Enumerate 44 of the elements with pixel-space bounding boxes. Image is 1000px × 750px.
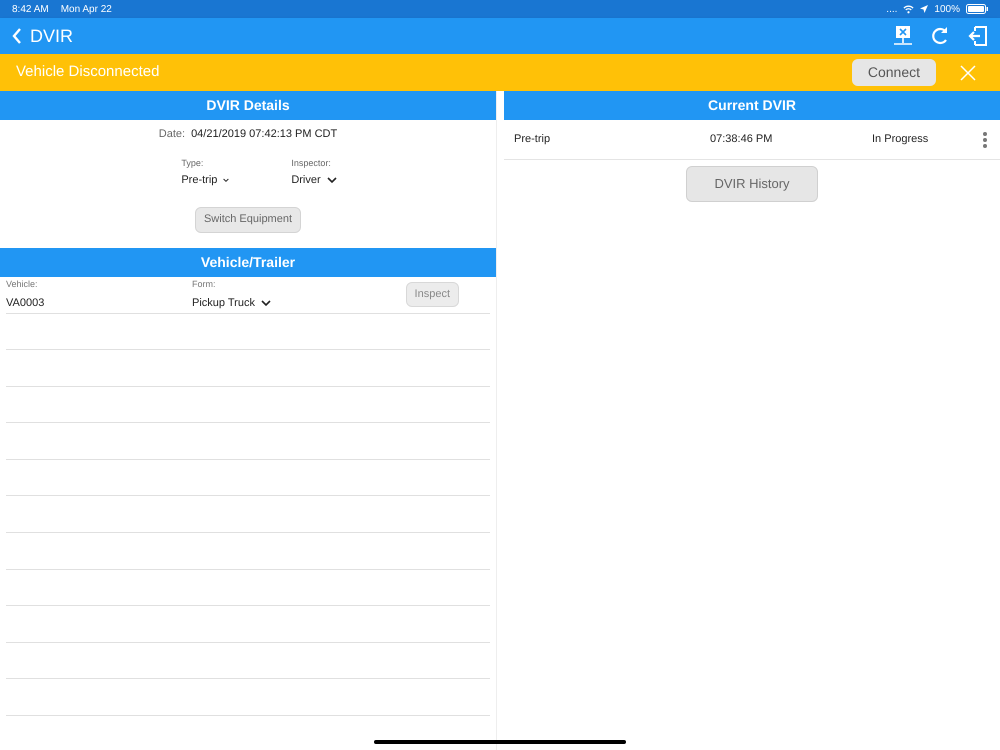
chevron-left-icon	[12, 28, 22, 44]
network-x-icon	[892, 25, 914, 47]
dvir-history-button[interactable]: DVIR History	[686, 166, 818, 202]
signal-dots: ....	[886, 2, 898, 16]
status-time: 8:42 AM	[12, 2, 49, 16]
section-header: Current DVIR	[504, 91, 1000, 120]
type-dropdown[interactable]: Pre-trip	[181, 172, 230, 188]
battery-percent: 100%	[934, 2, 960, 16]
disconnect-network-button[interactable]	[892, 25, 914, 47]
form-label: Form:	[192, 278, 216, 290]
switch-equipment-button[interactable]: Switch Equipment	[194, 206, 302, 232]
dvir-row[interactable]: Pre-trip 07:38:46 PM In Progress	[504, 120, 1000, 160]
inspector-label: Inspector:	[291, 156, 332, 170]
dvir-type: Pre-trip	[514, 132, 552, 148]
back-button[interactable]	[12, 28, 22, 44]
date-value: 04/21/2019 07:42:13 PM CDT	[191, 127, 338, 142]
vehicle-value: VA0003	[6, 296, 46, 311]
location-arrow-icon	[920, 5, 928, 13]
form-dropdown[interactable]: Pickup Truck	[192, 295, 271, 312]
battery-icon	[966, 4, 988, 14]
vehicle-label: Vehicle:	[6, 278, 39, 290]
inspector-dropdown[interactable]: Driver	[291, 172, 337, 188]
chevron-down-icon	[326, 176, 337, 184]
status-date: Mon Apr 22	[60, 2, 112, 16]
logout-button[interactable]	[966, 25, 988, 47]
logout-icon	[966, 25, 988, 47]
close-button[interactable]	[960, 64, 976, 80]
banner-message: Vehicle Disconnected	[16, 62, 160, 82]
chevron-down-icon	[260, 300, 271, 307]
wifi-icon	[903, 4, 914, 14]
more-vertical-icon	[982, 130, 988, 148]
date-label: Date:	[158, 127, 186, 142]
more-button[interactable]	[982, 130, 988, 148]
refresh-button[interactable]	[930, 26, 950, 46]
close-icon	[960, 64, 976, 80]
refresh-icon	[930, 26, 950, 46]
section-header: DVIR Details	[0, 91, 496, 120]
connect-button[interactable]: Connect	[852, 59, 936, 86]
nav-title: DVIR	[30, 24, 74, 48]
dvir-time: 07:38:46 PM	[710, 132, 774, 148]
dvir-status: In Progress	[872, 132, 928, 148]
type-label: Type:	[181, 156, 204, 170]
chevron-down-icon	[223, 176, 230, 184]
section-header: Vehicle/Trailer	[0, 248, 496, 276]
